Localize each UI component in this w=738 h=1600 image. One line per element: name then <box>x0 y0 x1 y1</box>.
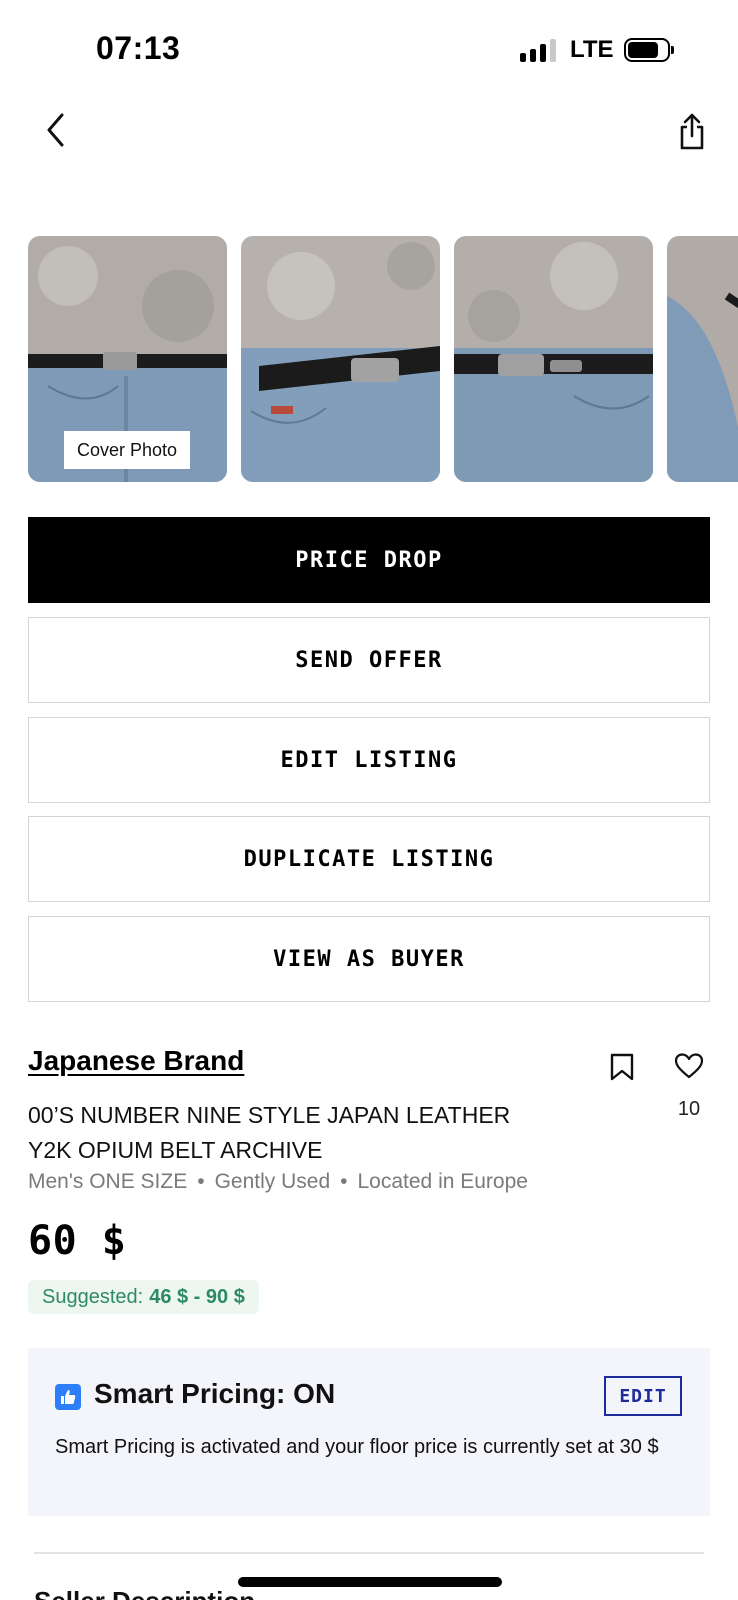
price-drop-button[interactable]: PRICE DROP <box>28 517 710 603</box>
back-button[interactable] <box>36 108 76 152</box>
edit-listing-button[interactable]: EDIT LISTING <box>28 717 710 803</box>
heart-icon <box>674 1053 704 1079</box>
bookmark-icon <box>610 1053 634 1081</box>
smart-pricing-title: Smart Pricing: ON <box>94 1378 336 1409</box>
photo-carousel[interactable]: Cover Photo <box>28 236 738 482</box>
listing-price: 60 $ <box>28 1218 127 1264</box>
thumbs-up-icon <box>55 1384 81 1410</box>
separator-dot: • <box>340 1170 348 1193</box>
separator-dot: • <box>197 1170 205 1193</box>
bookmark-button[interactable] <box>608 1052 636 1082</box>
status-bar: 07:13 LTE <box>0 0 738 100</box>
signal-icon <box>520 38 558 62</box>
suggested-label: Suggested: <box>42 1285 144 1308</box>
brand-link[interactable]: Japanese Brand <box>28 1045 244 1077</box>
divider <box>34 1552 704 1554</box>
like-count: 10 <box>677 1098 701 1120</box>
cover-photo-label: Cover Photo <box>64 431 190 469</box>
share-button[interactable] <box>672 108 712 156</box>
smart-pricing-card: Smart Pricing: ON EDIT Smart Pricing is … <box>28 1348 710 1516</box>
suggested-range: 46 $ - 90 $ <box>149 1285 245 1308</box>
share-icon <box>680 113 704 150</box>
listing-photo[interactable] <box>667 236 738 482</box>
chevron-left-icon <box>47 113 64 147</box>
view-as-buyer-button[interactable]: VIEW AS BUYER <box>28 916 710 1002</box>
top-nav <box>0 100 738 180</box>
location-text: Located in Europe <box>357 1170 528 1193</box>
listing-title-line: Y2K OPIUM BELT ARCHIVE <box>28 1137 323 1163</box>
like-button[interactable] <box>674 1052 704 1080</box>
smart-pricing-edit-button[interactable]: EDIT <box>604 1376 682 1416</box>
condition-text: Gently Used <box>214 1170 331 1193</box>
smart-pricing-description: Smart Pricing is activated and your floo… <box>55 1436 659 1458</box>
network-label: LTE <box>570 36 614 63</box>
listing-title: 00’S NUMBER NINE STYLE JAPAN LEATHER Y2K… <box>28 1098 588 1168</box>
send-offer-button[interactable]: SEND OFFER <box>28 617 710 703</box>
size-text: Men's ONE SIZE <box>28 1170 188 1193</box>
suggested-price-badge: Suggested: 46 $ - 90 $ <box>28 1280 259 1314</box>
listing-photo[interactable] <box>241 236 440 482</box>
listing-photo[interactable]: Cover Photo <box>28 236 227 482</box>
listing-title-line: 00’S NUMBER NINE STYLE JAPAN LEATHER <box>28 1102 511 1128</box>
duplicate-listing-button[interactable]: DUPLICATE LISTING <box>28 816 710 902</box>
battery-icon <box>624 38 674 62</box>
seller-description-heading: Seller Description <box>34 1586 255 1600</box>
listing-photo[interactable] <box>454 236 653 482</box>
status-time: 07:13 <box>96 30 181 66</box>
home-indicator[interactable] <box>238 1577 502 1587</box>
listing-meta: Men's ONE SIZE • Gently Used • Located in Eu… <box>28 1170 528 1194</box>
